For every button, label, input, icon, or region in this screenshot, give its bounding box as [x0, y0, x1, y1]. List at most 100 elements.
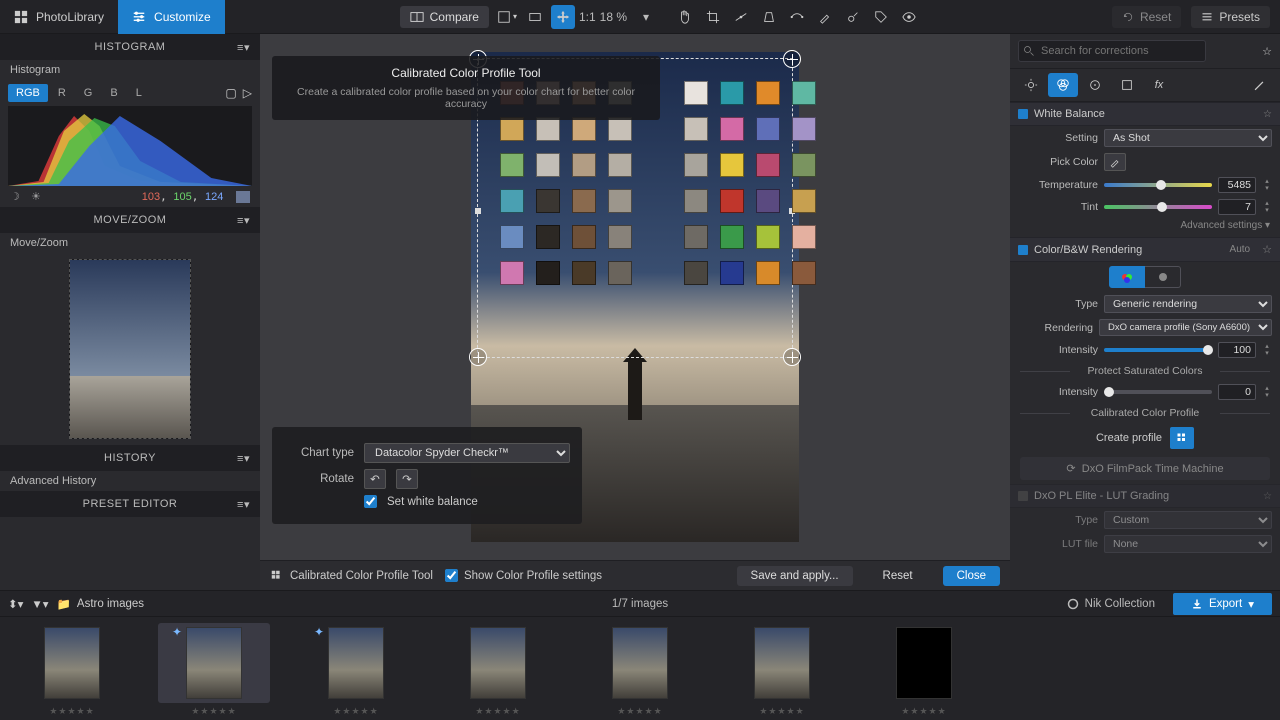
- show-settings-checkbox[interactable]: [445, 569, 458, 582]
- render-intensity-slider[interactable]: [1104, 343, 1212, 357]
- thumbnail-item[interactable]: ★★★★★DSC00560.ARW: [580, 623, 700, 714]
- section-color-rendering[interactable]: Color/B&W Rendering Auto ☆: [1010, 237, 1280, 262]
- section-toggle[interactable]: [1018, 109, 1028, 119]
- thumbnail-rating[interactable]: ★★★★★: [475, 706, 520, 717]
- thumbnail-rating[interactable]: ★★★★★: [333, 706, 378, 717]
- panel-menu-icon[interactable]: ≡▾: [237, 498, 250, 511]
- folder-name[interactable]: Astro images: [77, 598, 144, 610]
- wb-tint-value[interactable]: 7: [1218, 199, 1256, 215]
- set-white-balance-checkbox[interactable]: [364, 495, 377, 508]
- section-toggle[interactable]: [1018, 491, 1028, 501]
- thumbnail-item[interactable]: ★★★★★DSC00561.ARW: [722, 623, 842, 714]
- tab-photolibrary[interactable]: PhotoLibrary: [0, 0, 118, 34]
- thumbnail-rating[interactable]: ★★★★★: [617, 706, 662, 717]
- rgb-tab-r[interactable]: R: [50, 84, 74, 102]
- filmpack-button[interactable]: ⟳ DxO FilmPack Time Machine: [1020, 457, 1270, 480]
- filter-icon[interactable]: ▼▾: [31, 597, 48, 611]
- preview-eye-icon[interactable]: [897, 5, 921, 29]
- thumbnail-rating[interactable]: ★★★★★: [191, 706, 236, 717]
- reset-button[interactable]: Reset: [1112, 6, 1181, 28]
- favorite-icon[interactable]: ☆: [1263, 109, 1272, 120]
- repair-tool-icon[interactable]: [841, 5, 865, 29]
- category-color-icon[interactable]: [1048, 73, 1078, 97]
- panel-menu-icon[interactable]: ≡▾: [237, 214, 250, 227]
- close-button[interactable]: Close: [943, 566, 1000, 586]
- thumbnail-item[interactable]: ✦★★★★★DSC00556.ARW: [296, 623, 416, 714]
- horizon-tool-icon[interactable]: [729, 5, 753, 29]
- clipping-highlights-icon[interactable]: ▷: [243, 86, 252, 100]
- hand-tool-icon[interactable]: [673, 5, 697, 29]
- compare-button[interactable]: Compare: [400, 6, 489, 28]
- presets-button[interactable]: Presets: [1191, 6, 1270, 28]
- zoom-fit-label[interactable]: 1:1: [579, 10, 596, 24]
- category-light-icon[interactable]: [1016, 73, 1046, 97]
- movezoom-navigator[interactable]: [69, 259, 191, 439]
- panel-menu-icon[interactable]: ≡▾: [237, 452, 250, 465]
- thumbnail-rating[interactable]: ★★★★★: [901, 706, 946, 717]
- perspective-tool-icon[interactable]: [757, 5, 781, 29]
- rotate-right-button[interactable]: ↷: [396, 469, 418, 489]
- favorite-star-icon[interactable]: ☆: [1262, 45, 1272, 58]
- local-adjustments-icon[interactable]: [1244, 73, 1274, 97]
- category-geometry-icon[interactable]: [1112, 73, 1142, 97]
- zoom-dropdown[interactable]: 18 % ▾: [600, 10, 649, 24]
- highlight-clip-icon[interactable]: ☀: [31, 191, 41, 203]
- layout-dropdown[interactable]: ▾: [495, 5, 519, 29]
- rgb-tab-l[interactable]: L: [128, 84, 150, 102]
- export-button[interactable]: Export ▾: [1173, 593, 1272, 615]
- auto-button[interactable]: Auto: [1230, 244, 1251, 255]
- overlay-handle-bl[interactable]: [469, 348, 487, 366]
- clipping-shadows-icon[interactable]: ▢: [225, 86, 236, 100]
- shadow-clip-icon[interactable]: ☽: [10, 191, 20, 203]
- thumbnail-rating[interactable]: ★★★★★: [759, 706, 804, 717]
- wb-temp-value[interactable]: 5485: [1218, 177, 1256, 193]
- sort-dropdown-icon[interactable]: ⬍▾: [8, 597, 23, 611]
- rgb-tab-rgb[interactable]: RGB: [8, 84, 48, 102]
- wb-tint-slider[interactable]: [1104, 200, 1212, 214]
- color-mode-button[interactable]: [1109, 266, 1145, 288]
- bw-mode-button[interactable]: [1145, 266, 1181, 288]
- overlay-handle-br[interactable]: [783, 348, 801, 366]
- history-header[interactable]: HISTORY ≡▾: [0, 445, 260, 471]
- histogram-header[interactable]: HISTOGRAM ≡▾: [0, 34, 260, 60]
- category-effects-icon[interactable]: fx: [1144, 73, 1174, 97]
- thumbnail-rating[interactable]: ★★★★★: [49, 706, 94, 717]
- rotate-left-button[interactable]: ↶: [364, 469, 386, 489]
- thumbnail-item[interactable]: ★★★★★DSC00...-NR.dng: [12, 623, 132, 714]
- render-type-select[interactable]: Generic rendering: [1104, 295, 1272, 313]
- tag-tool-icon[interactable]: [869, 5, 893, 29]
- tab-customize[interactable]: Customize: [118, 0, 225, 34]
- protect-intensity-slider[interactable]: [1104, 385, 1212, 399]
- movezoom-header[interactable]: MOVE/ZOOM ≡▾: [0, 207, 260, 233]
- whitebalance-picker-icon[interactable]: [813, 5, 837, 29]
- fullscreen-button[interactable]: [523, 5, 547, 29]
- protect-intensity-value[interactable]: 0: [1218, 384, 1256, 400]
- crop-tool-icon[interactable]: [701, 5, 725, 29]
- category-detail-icon[interactable]: [1080, 73, 1110, 97]
- preset-editor-header[interactable]: PRESET EDITOR ≡▾: [0, 491, 260, 517]
- save-apply-button[interactable]: Save and apply...: [737, 566, 853, 586]
- thumbnail-item[interactable]: ★★★★★DSC00565.ARW: [864, 623, 984, 714]
- render-intensity-value[interactable]: 100: [1218, 342, 1256, 358]
- lut-type-select[interactable]: Custom: [1104, 511, 1272, 529]
- overlay-handle-tr[interactable]: [783, 50, 801, 68]
- wb-advanced-link[interactable]: Advanced settings ▾: [1010, 218, 1280, 237]
- lut-file-select[interactable]: None: [1104, 535, 1272, 553]
- create-profile-button[interactable]: [1170, 427, 1194, 449]
- nik-collection-button[interactable]: Nik Collection: [1057, 595, 1165, 613]
- thumbnail-item[interactable]: ✦★★★★★DSC00554.ARW: [154, 623, 274, 714]
- rgb-tab-g[interactable]: G: [76, 84, 101, 102]
- thumbnail-item[interactable]: ★★★★★DSC00559.ARW: [438, 623, 558, 714]
- render-rendering-select[interactable]: DxO camera profile (Sony A6600): [1099, 319, 1272, 336]
- search-input[interactable]: [1018, 40, 1206, 62]
- rgb-tab-b[interactable]: B: [102, 84, 125, 102]
- pick-color-button[interactable]: [1104, 153, 1126, 171]
- move-tool-button[interactable]: [551, 5, 575, 29]
- section-toggle[interactable]: [1018, 245, 1028, 255]
- wb-temp-slider[interactable]: [1104, 178, 1212, 192]
- toolstrip-reset-button[interactable]: Reset: [865, 566, 931, 586]
- wb-setting-select[interactable]: As Shot: [1104, 129, 1272, 147]
- reshape-tool-icon[interactable]: [785, 5, 809, 29]
- overlay-handle-left[interactable]: [475, 208, 481, 214]
- section-white-balance[interactable]: White Balance ☆: [1010, 102, 1280, 126]
